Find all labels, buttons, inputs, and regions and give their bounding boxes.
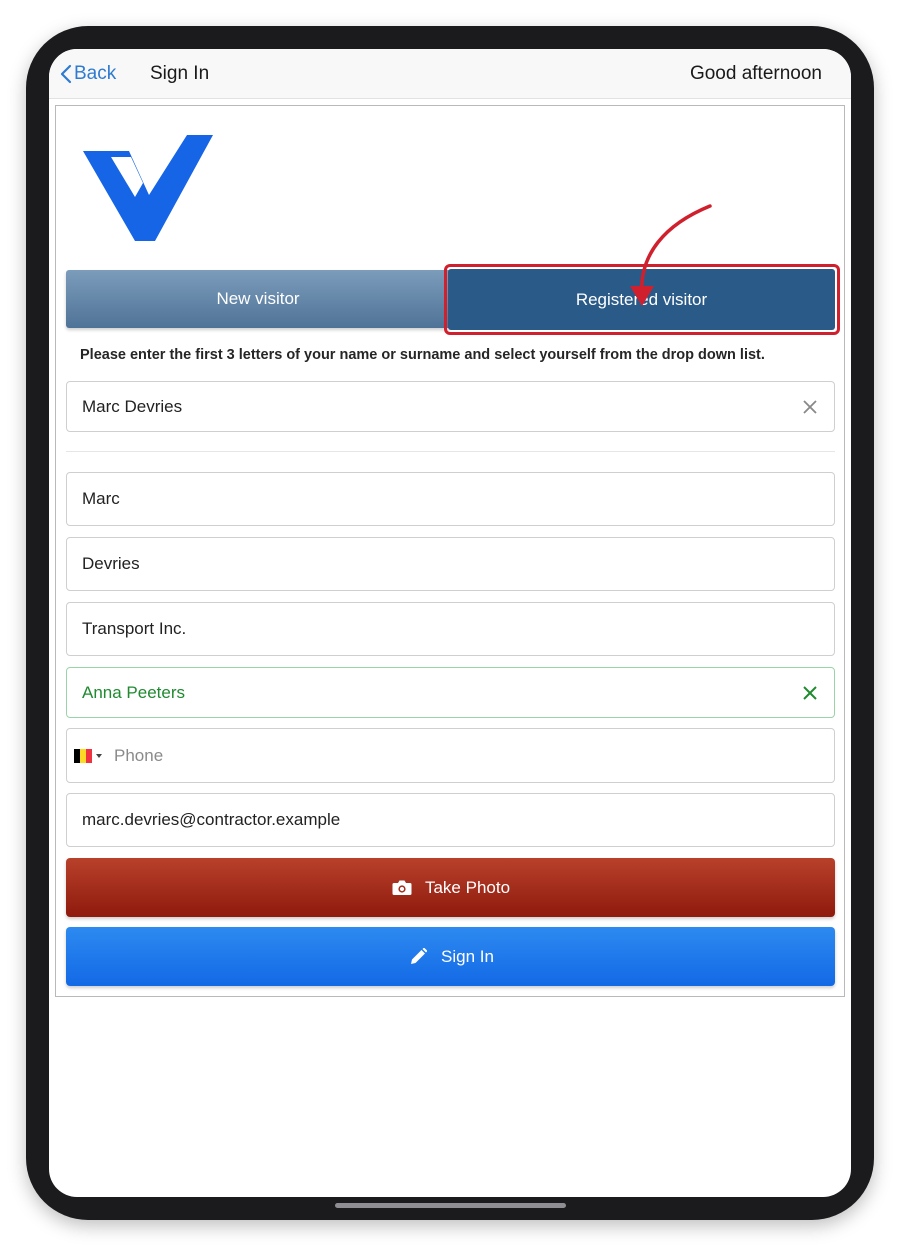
annotation-arrow-icon: [630, 204, 712, 306]
belgium-flag-icon[interactable]: [74, 748, 92, 763]
close-icon[interactable]: [792, 389, 828, 425]
company-value: Transport Inc.: [82, 619, 187, 638]
company-field[interactable]: Transport Inc.: [66, 602, 835, 656]
take-photo-label: Take Photo: [424, 877, 511, 897]
country-dropdown-caret-icon[interactable]: [96, 753, 102, 758]
sign-in-button[interactable]: Sign In: [66, 927, 835, 986]
camera-icon: [391, 877, 413, 899]
phone-field[interactable]: [66, 728, 835, 783]
app-screen: Back Sign In Good afternoon New visitor …: [49, 49, 851, 1197]
email-field[interactable]: marc.devries@contractor.example: [66, 793, 835, 847]
first-name-value: Marc: [82, 489, 120, 508]
tab-new-visitor[interactable]: New visitor: [66, 270, 450, 328]
chevron-left-icon: [60, 64, 72, 84]
instructions-text: Please enter the first 3 letters of your…: [80, 347, 765, 363]
first-name-field[interactable]: Marc: [66, 472, 835, 526]
check-icon: [792, 675, 828, 711]
host-field[interactable]: Anna Peeters: [66, 667, 835, 718]
sign-in-label: Sign In: [441, 946, 494, 966]
pencil-icon: [407, 946, 429, 968]
divider: [66, 451, 835, 452]
take-photo-button[interactable]: Take Photo: [66, 858, 835, 917]
email-value: marc.devries@contractor.example: [82, 810, 341, 829]
navigation-bar: Back Sign In Good afternoon: [49, 49, 851, 99]
home-indicator[interactable]: [335, 1203, 566, 1208]
search-value: Marc Devries: [82, 396, 183, 416]
visitor-search-input[interactable]: Marc Devries: [66, 381, 835, 432]
greeting-text: Good afternoon: [689, 63, 822, 84]
v-checkmark-logo: [83, 135, 213, 241]
last-name-field[interactable]: Devries: [66, 537, 835, 591]
tab-new-visitor-label: New visitor: [216, 289, 300, 308]
page-title: Sign In: [150, 63, 210, 84]
phone-input[interactable]: [114, 745, 834, 766]
sign-in-card: New visitor Registered visitor Please en…: [55, 105, 845, 997]
back-button[interactable]: Back: [58, 62, 116, 86]
last-name-value: Devries: [82, 554, 140, 573]
host-value: Anna Peeters: [82, 682, 186, 702]
back-label: Back: [74, 63, 117, 84]
